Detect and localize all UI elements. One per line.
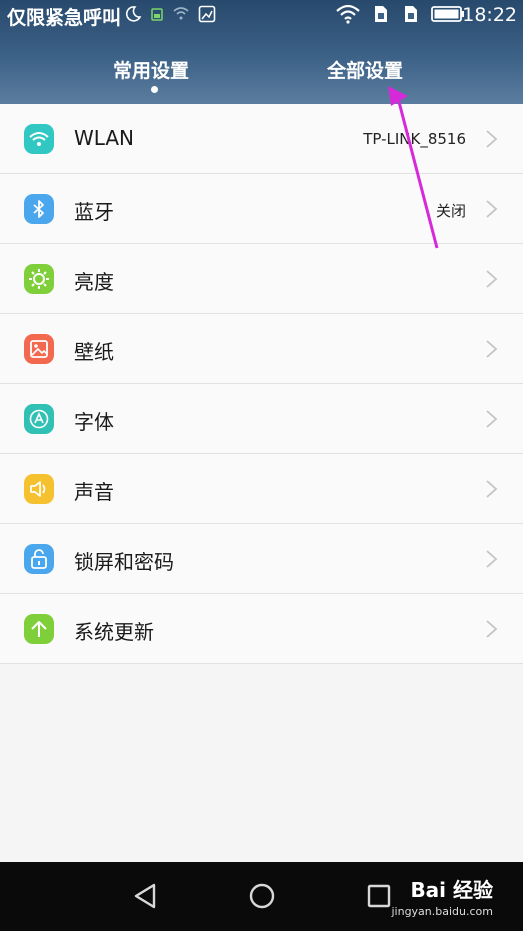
watermark-brand: Bai 经验 xyxy=(410,878,493,902)
watermark-url: jingyan.baidu.com xyxy=(391,905,493,918)
navigation-bar: Bai 经验 jingyan.baidu.com xyxy=(0,862,523,931)
annotation-arrow xyxy=(388,86,439,249)
home-circle-icon[interactable] xyxy=(248,882,276,910)
recents-square-icon[interactable] xyxy=(366,882,392,910)
back-triangle-icon[interactable] xyxy=(132,882,158,910)
